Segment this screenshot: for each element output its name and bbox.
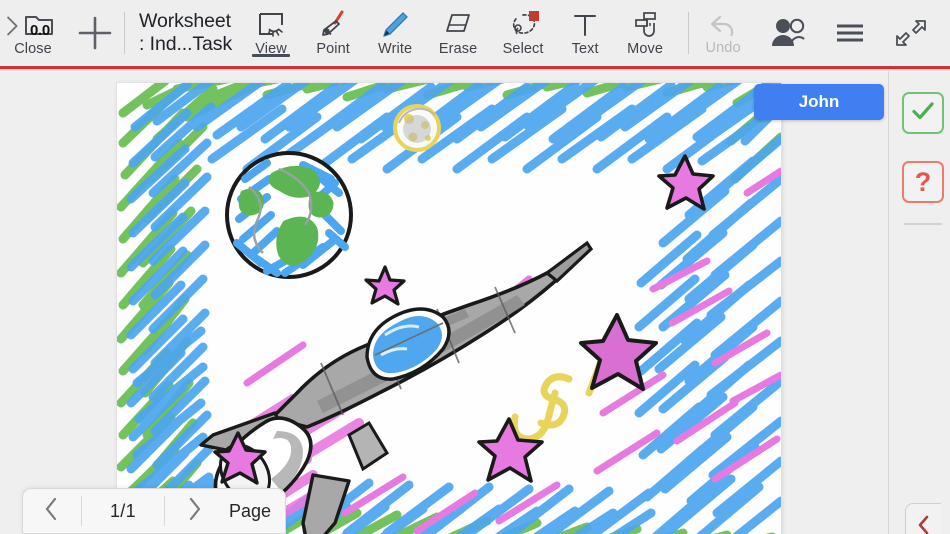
lasso-select-icon — [504, 9, 542, 41]
menu-button[interactable] — [819, 0, 881, 66]
page-counter: 1/1 — [110, 500, 136, 521]
whiteboard-app: 0.0 Close Worksheet : Ind...Task View Po… — [0, 0, 950, 534]
collapse-sidebar-button[interactable] — [905, 503, 941, 534]
text-icon — [568, 9, 602, 41]
tool-select-label: Select — [502, 41, 544, 57]
eraser-icon — [439, 9, 477, 41]
tool-write[interactable]: Write — [364, 0, 426, 66]
undo-button[interactable]: Undo — [689, 0, 757, 66]
plus-icon — [73, 11, 117, 55]
rail-divider — [904, 223, 942, 225]
tool-erase-label: Erase — [438, 41, 478, 57]
mark-correct-button[interactable] — [902, 92, 944, 134]
tool-select[interactable]: Select — [490, 0, 556, 66]
add-page-button[interactable] — [66, 0, 124, 66]
tool-erase[interactable]: Erase — [426, 0, 490, 66]
undo-label: Undo — [705, 40, 741, 56]
moon-drawing — [393, 104, 441, 152]
close-button[interactable]: 0.0 Close — [0, 0, 66, 66]
question-mark-icon: ? — [914, 166, 932, 197]
chevron-right-icon — [185, 496, 203, 527]
expand-arrows-icon — [892, 16, 930, 50]
participants-button[interactable] — [757, 0, 819, 66]
right-sidebar: ? — [888, 71, 950, 534]
next-page-button[interactable] — [165, 489, 223, 533]
drawing-page[interactable] — [117, 83, 781, 534]
undo-arrow-icon — [704, 10, 742, 40]
view-icon — [253, 9, 289, 41]
pencil-icon — [377, 9, 413, 41]
canvas-area[interactable] — [0, 71, 888, 534]
participant-name: John — [798, 92, 840, 111]
hamburger-menu-icon — [830, 17, 870, 49]
prev-page-button[interactable] — [23, 489, 81, 533]
tool-text-label: Text — [571, 41, 599, 57]
toolbar-divider — [124, 12, 125, 54]
tool-move[interactable]: Move — [614, 0, 676, 66]
tool-point-label: Point — [316, 41, 350, 57]
tool-view[interactable]: View — [240, 0, 302, 66]
space-rocket-drawing — [117, 83, 781, 534]
people-icon — [766, 13, 810, 53]
check-icon — [910, 98, 936, 129]
top-toolbar: 0.0 Close Worksheet : Ind...Task View Po… — [0, 0, 950, 66]
active-tool-indicator — [252, 54, 291, 57]
tool-move-label: Move — [627, 41, 664, 57]
document-title-line2: : Ind...Task — [139, 33, 233, 55]
folder-icon: 0.0 — [4, 10, 62, 40]
chevron-left-icon — [916, 514, 932, 534]
document-title: Worksheet : Ind...Task — [139, 0, 232, 66]
tool-point[interactable]: Point — [302, 0, 364, 66]
close-label: Close — [14, 40, 52, 57]
close-value: 0.0 — [30, 21, 50, 39]
tool-text[interactable]: Text — [556, 0, 614, 66]
page-label: Page — [228, 500, 271, 521]
chevron-left-icon — [43, 496, 61, 527]
participant-name-badge[interactable]: John — [754, 84, 884, 120]
mark-question-button[interactable]: ? — [902, 161, 944, 203]
pointer-pen-icon — [315, 9, 351, 41]
earth-drawing — [225, 151, 353, 279]
move-hand-icon — [627, 9, 663, 41]
fullscreen-button[interactable] — [881, 0, 941, 66]
tool-write-label: Write — [378, 41, 413, 57]
page-navigation: 1/1 Page — [22, 488, 286, 534]
document-title-line1: Worksheet — [139, 10, 231, 32]
